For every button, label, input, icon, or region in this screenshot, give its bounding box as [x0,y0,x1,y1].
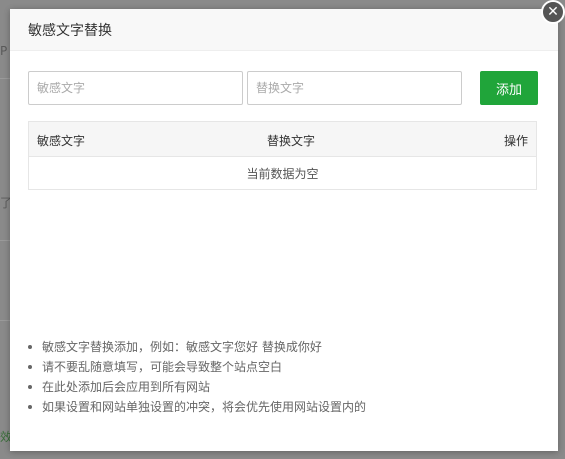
empty-state-row: 当前数据为空 [29,157,536,189]
tip-text: 请不要乱随意填写，可能会导致整个站点空白 [42,360,283,374]
background-divider [0,320,10,321]
bullet-icon [28,385,32,389]
column-header-action: 操作 [503,134,528,148]
bullet-icon [28,345,32,349]
replacement-table: 敏感文字 替换文字 操作 当前数据为空 [28,121,537,190]
tip-item: 敏感文字替换添加，例如：敏感文字您好 替换成你好 [28,337,366,357]
column-header-replace: 替换文字 [267,134,316,148]
column-header-sensitive: 敏感文字 [37,134,86,148]
tip-item: 如果设置和网站单独设置的冲突，将会优先使用网站设置内的 [28,397,366,417]
empty-state-text: 当前数据为空 [246,166,319,181]
dialog-header: 敏感文字替换 [10,9,558,51]
background-divider [0,240,10,241]
tip-text: 敏感文字替换添加，例如：敏感文字您好 替换成你好 [42,340,322,354]
bullet-icon [28,365,32,369]
tip-item: 请不要乱随意填写，可能会导致整个站点空白 [28,357,366,377]
tip-text: 在此处添加后会应用到所有网站 [42,380,211,394]
table-header: 敏感文字 替换文字 操作 [29,122,536,157]
background-fragment: P [0,44,8,58]
dialog-title: 敏感文字替换 [28,22,112,39]
replace-word-input[interactable] [247,71,462,105]
close-icon[interactable]: ✕ [541,0,565,24]
bullet-icon [28,405,32,409]
close-symbol: ✕ [547,4,559,20]
tip-item: 在此处添加后会应用到所有网站 [28,377,366,397]
sensitive-word-input[interactable] [28,71,243,105]
tips-list: 敏感文字替换添加，例如：敏感文字您好 替换成你好 请不要乱随意填写，可能会导致整… [28,337,366,417]
background-divider [0,78,10,79]
sensitive-words-dialog: 敏感文字替换 添加 敏感文字 替换文字 操作 当前数据为空 敏感文字替换添加，例… [10,9,558,451]
add-button[interactable]: 添加 [480,71,538,105]
tip-text: 如果设置和网站单独设置的冲突，将会优先使用网站设置内的 [42,400,367,414]
